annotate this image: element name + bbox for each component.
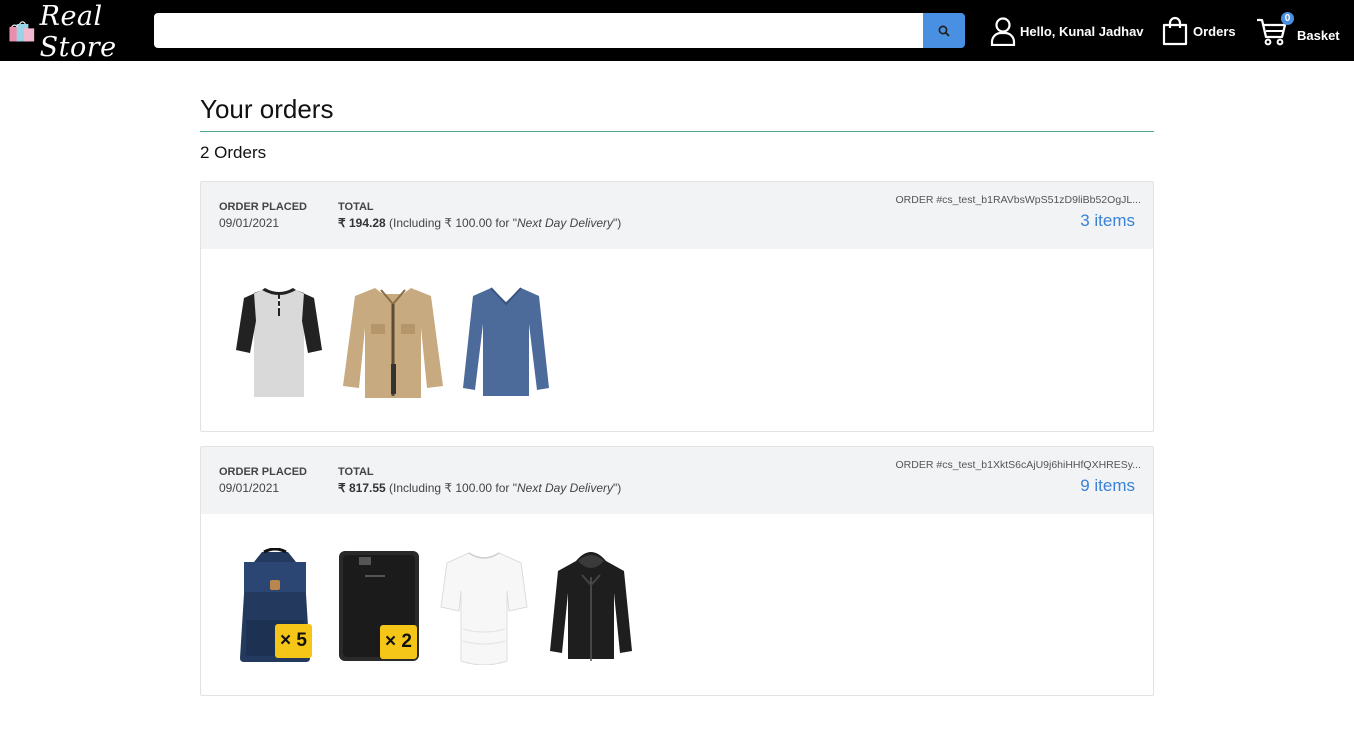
orders-label: Orders: [1193, 23, 1236, 39]
order-products: [201, 249, 1153, 431]
quantity-badge: × 5: [275, 624, 312, 658]
white-top-image[interactable]: [439, 549, 529, 665]
user-icon: [990, 17, 1016, 46]
basket-link[interactable]: 0 Basket: [1256, 12, 1340, 48]
order-total-amount: ₹ 817.55: [338, 481, 386, 495]
search-icon: [938, 25, 950, 37]
order-placed-date: 09/01/2021: [219, 216, 280, 230]
total-note-prefix: (Including ₹ 100.00 for ": [385, 216, 517, 230]
orders-link[interactable]: Orders: [1161, 14, 1236, 48]
top-navbar: Real Store Hello, Kunal Jadhav Orders 0 …: [0, 0, 1354, 63]
page-title: Your orders: [200, 94, 1154, 132]
order-header: ORDER PLACED 09/01/2021 TOTAL ₹ 817.55 (…: [201, 447, 1153, 514]
order-header: ORDER PLACED 09/01/2021 TOTAL ₹ 194.28 (…: [201, 182, 1153, 249]
black-leather-jacket-image[interactable]: [546, 549, 636, 665]
user-greeting: Hello, Kunal Jadhav: [1020, 23, 1144, 39]
orders-page: Your orders 2 Orders: [200, 94, 1154, 163]
order-total-value: ₹ 194.28 (Including ₹ 100.00 for "Next D…: [338, 216, 621, 230]
order-items-link[interactable]: 3 items: [1080, 211, 1135, 231]
backpack-item[interactable]: × 5: [234, 547, 316, 664]
order-card: ORDER PLACED 09/01/2021 TOTAL ₹ 194.28 (…: [200, 181, 1154, 432]
order-total-amount: ₹ 194.28: [338, 216, 386, 230]
basket-label: Basket: [1297, 27, 1340, 43]
logo-text: Real Store: [39, 1, 117, 63]
order-total-column: TOTAL ₹ 817.55 (Including ₹ 100.00 for "…: [338, 466, 621, 495]
order-card: ORDER PLACED 09/01/2021 TOTAL ₹ 817.55 (…: [200, 446, 1154, 696]
account-menu[interactable]: Hello, Kunal Jadhav: [990, 14, 1144, 48]
order-placed-column: ORDER PLACED 09/01/2021: [219, 201, 307, 230]
order-products: × 5 × 2: [201, 514, 1153, 696]
delivery-type: Next Day Delivery: [516, 216, 614, 230]
search-input[interactable]: [154, 13, 923, 48]
delivery-type: Next Day Delivery: [516, 481, 614, 495]
hard-drive-item[interactable]: × 2: [337, 549, 421, 665]
order-placed-column: ORDER PLACED 09/01/2021: [219, 466, 307, 495]
order-id: ORDER #cs_test_b1RAVbsWpS51zD9liBb52OgJL…: [895, 194, 1142, 206]
total-note-suffix: "): [613, 216, 622, 230]
shopping-bag-icon: [1162, 16, 1188, 46]
blue-sweater-image[interactable]: [461, 284, 551, 400]
quantity-badge: × 2: [380, 625, 417, 659]
store-logo[interactable]: Real Store: [8, 1, 148, 63]
order-id: ORDER #cs_test_b1XktS6cAjU9j6hiHHfQXHRES…: [895, 459, 1141, 471]
order-total-label: TOTAL: [338, 466, 374, 478]
order-total-value: ₹ 817.55 (Including ₹ 100.00 for "Next D…: [338, 481, 621, 495]
basket-count-badge: 0: [1281, 12, 1294, 25]
order-placed-label: ORDER PLACED: [219, 201, 308, 213]
order-total-label: TOTAL: [338, 201, 374, 213]
search-bar: [154, 13, 965, 48]
order-total-column: TOTAL ₹ 194.28 (Including ₹ 100.00 for "…: [338, 201, 621, 230]
order-placed-label: ORDER PLACED: [219, 466, 308, 478]
order-placed-date: 09/01/2021: [219, 481, 280, 495]
order-count: 2 Orders: [200, 143, 267, 162]
total-note-prefix: (Including ₹ 100.00 for ": [385, 481, 517, 495]
shopping-bags-icon: [9, 21, 35, 42]
henley-tshirt-image[interactable]: [234, 284, 324, 400]
total-note-suffix: "): [613, 481, 622, 495]
order-items-link[interactable]: 9 items: [1080, 476, 1135, 496]
khaki-jacket-image[interactable]: [341, 284, 445, 400]
search-button[interactable]: [923, 13, 965, 48]
